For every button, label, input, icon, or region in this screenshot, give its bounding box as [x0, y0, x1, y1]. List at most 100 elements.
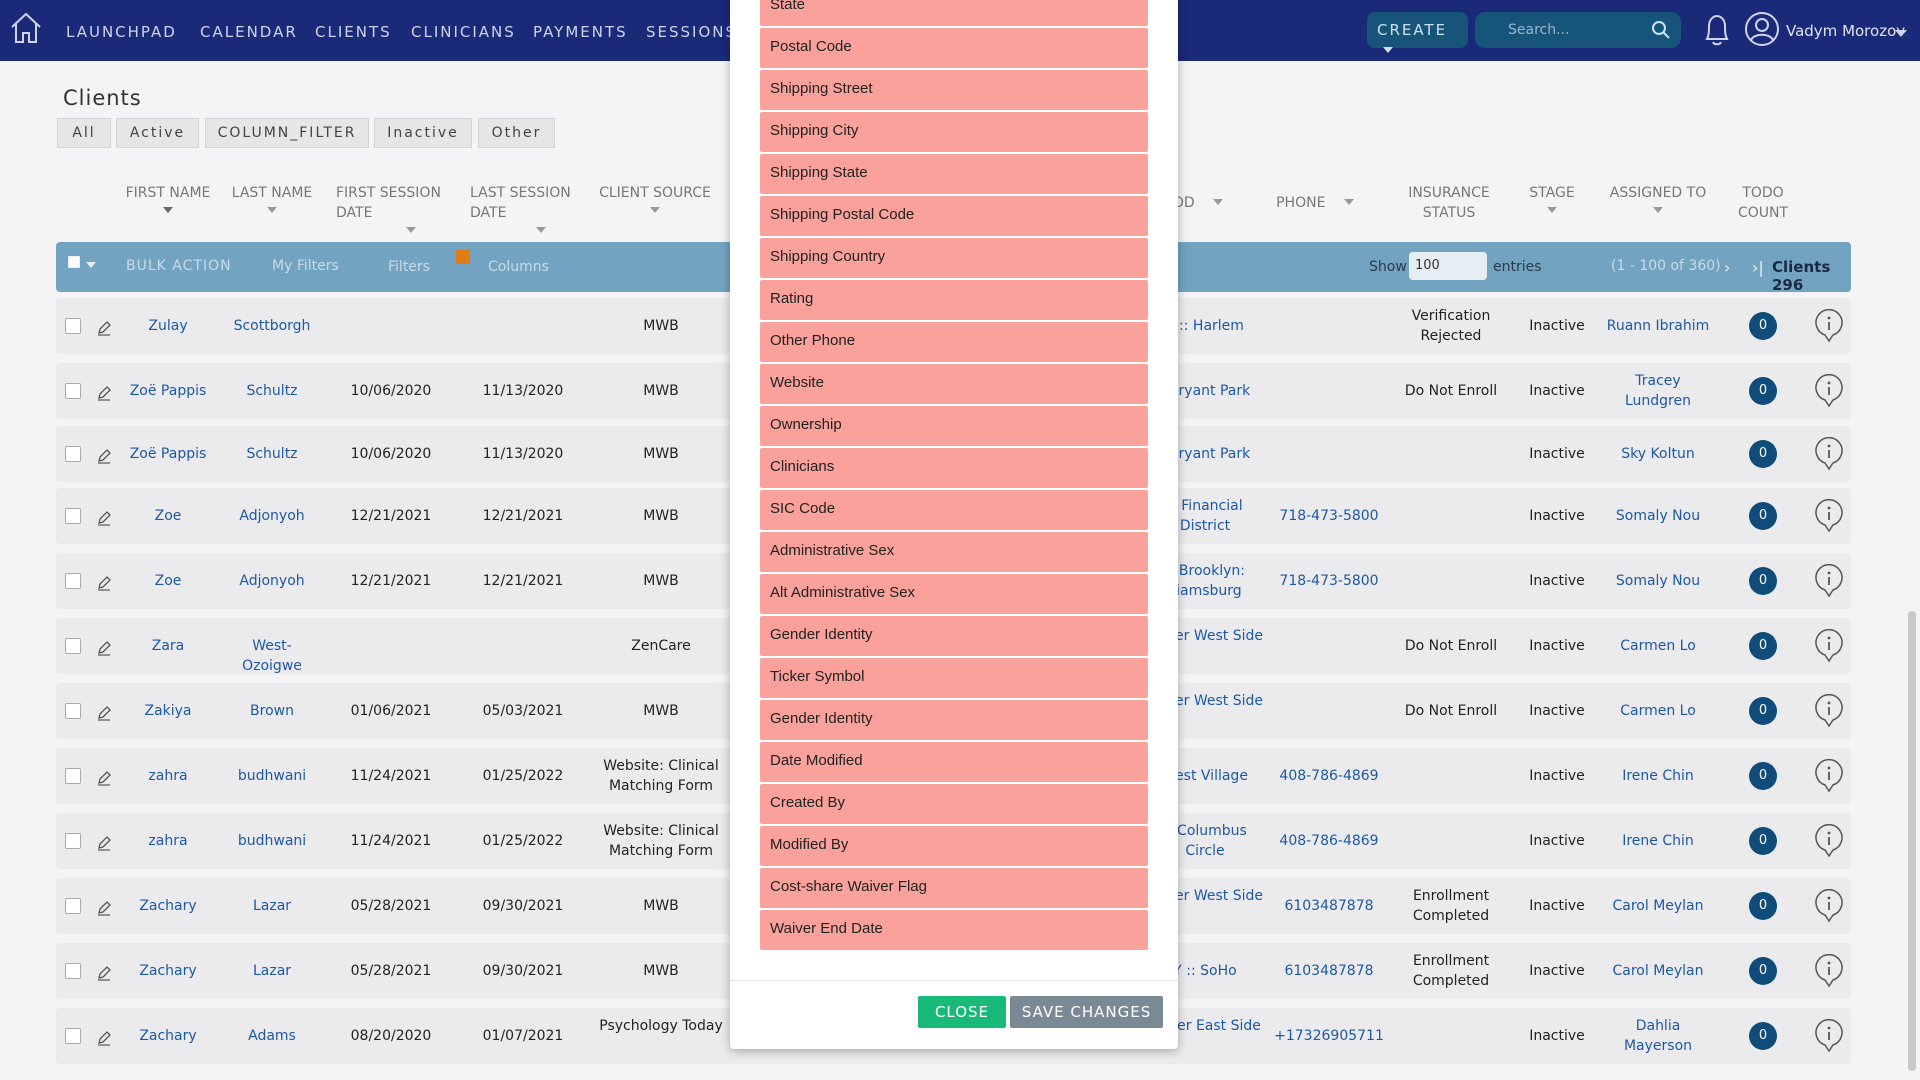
- search-input[interactable]: Search...: [1475, 12, 1681, 48]
- close-button[interactable]: CLOSE: [918, 996, 1006, 1028]
- cell-phone[interactable]: 6103487878: [1274, 896, 1384, 916]
- column-option-item[interactable]: Waiver End Date: [760, 910, 1148, 950]
- cell-assigned-to[interactable]: Somaly Nou: [1603, 506, 1713, 526]
- edit-icon[interactable]: [96, 510, 112, 526]
- info-icon[interactable]: [1814, 759, 1844, 793]
- cell-last-name[interactable]: Lazar: [224, 896, 320, 916]
- cell-first-name[interactable]: Zoe: [120, 506, 216, 526]
- cell-assigned-to[interactable]: Somaly Nou: [1603, 571, 1713, 591]
- bell-icon[interactable]: [1701, 11, 1733, 49]
- info-icon[interactable]: [1814, 824, 1844, 858]
- row-checkbox[interactable]: [65, 768, 81, 784]
- col-header-last-name[interactable]: LAST NAME: [222, 183, 322, 213]
- save-changes-button[interactable]: SAVE CHANGES: [1010, 996, 1163, 1028]
- column-option-item[interactable]: Created By: [760, 784, 1148, 824]
- info-icon[interactable]: [1814, 954, 1844, 988]
- filters-button[interactable]: Filters: [388, 259, 430, 275]
- info-icon[interactable]: [1814, 437, 1844, 471]
- cell-last-name[interactable]: Schultz: [224, 381, 320, 401]
- column-option-item[interactable]: Postal Code: [760, 28, 1148, 68]
- chevron-down-icon[interactable]: [1895, 30, 1907, 37]
- cell-last-name[interactable]: West-Ozoigwe: [224, 636, 320, 676]
- column-option-item[interactable]: Other Phone: [760, 322, 1148, 362]
- row-checkbox[interactable]: [65, 318, 81, 334]
- cell-first-name[interactable]: Zulay: [120, 316, 216, 336]
- row-checkbox[interactable]: [65, 383, 81, 399]
- cell-last-name[interactable]: Lazar: [224, 961, 320, 981]
- row-checkbox[interactable]: [65, 508, 81, 524]
- sort-icon[interactable]: [267, 207, 277, 213]
- column-option-item[interactable]: Website: [760, 364, 1148, 404]
- info-icon[interactable]: [1814, 499, 1844, 533]
- sort-icon[interactable]: [1547, 207, 1557, 213]
- column-option-item[interactable]: Clinicians: [760, 448, 1148, 488]
- info-icon[interactable]: [1814, 694, 1844, 728]
- cell-assigned-to[interactable]: Dahlia Mayerson: [1603, 1016, 1713, 1056]
- column-option-item[interactable]: Alt Administrative Sex: [760, 574, 1148, 614]
- nav-clinicians[interactable]: CLINICIANS: [411, 23, 516, 41]
- edit-icon[interactable]: [96, 770, 112, 786]
- cell-assigned-to[interactable]: Carmen Lo: [1603, 636, 1713, 656]
- row-checkbox[interactable]: [65, 1028, 81, 1044]
- create-button[interactable]: CREATE: [1367, 12, 1468, 53]
- nav-payments[interactable]: PAYMENTS: [533, 23, 628, 41]
- tab-other[interactable]: Other: [478, 118, 555, 148]
- column-option-item[interactable]: Shipping Country: [760, 238, 1148, 278]
- info-icon[interactable]: [1814, 564, 1844, 598]
- cell-first-name[interactable]: Zachary: [120, 896, 216, 916]
- column-option-item[interactable]: Ownership: [760, 406, 1148, 446]
- sort-icon[interactable]: [650, 207, 660, 213]
- col-header-last-session[interactable]: LAST SESSION DATE: [470, 183, 580, 233]
- cell-assigned-to[interactable]: Irene Chin: [1603, 831, 1713, 851]
- info-icon[interactable]: [1814, 309, 1844, 343]
- row-checkbox[interactable]: [65, 963, 81, 979]
- column-option-item[interactable]: Shipping City: [760, 112, 1148, 152]
- search-icon[interactable]: [1651, 20, 1671, 40]
- column-option-item[interactable]: Date Modified: [760, 742, 1148, 782]
- edit-icon[interactable]: [96, 1030, 112, 1046]
- cell-first-name[interactable]: zahra: [120, 831, 216, 851]
- cell-phone[interactable]: 718-473-5800: [1274, 571, 1384, 591]
- column-option-item[interactable]: Administrative Sex: [760, 532, 1148, 572]
- nav-calendar[interactable]: CALENDAR: [200, 23, 298, 41]
- tab-active[interactable]: Active: [116, 118, 199, 148]
- page-scrollbar[interactable]: [1908, 611, 1916, 1071]
- cell-last-name[interactable]: Scottborgh: [224, 316, 320, 336]
- column-option-item[interactable]: Gender Identity: [760, 700, 1148, 740]
- filter-badge-icon[interactable]: [456, 250, 470, 264]
- nav-launchpad[interactable]: LAUNCHPAD: [66, 23, 177, 41]
- edit-icon[interactable]: [96, 965, 112, 981]
- cell-assigned-to[interactable]: Irene Chin: [1603, 766, 1713, 786]
- edit-icon[interactable]: [96, 835, 112, 851]
- cell-phone[interactable]: 408-786-4869: [1274, 831, 1384, 851]
- cell-assigned-to[interactable]: Sky Koltun: [1603, 444, 1713, 464]
- cell-first-name[interactable]: Zoë Pappis: [120, 381, 216, 401]
- my-filters-dropdown[interactable]: My Filters: [272, 258, 339, 274]
- cell-first-name[interactable]: Zoë Pappis: [120, 444, 216, 464]
- row-checkbox[interactable]: [65, 638, 81, 654]
- cell-first-name[interactable]: Zoe: [120, 571, 216, 591]
- col-header-first-session[interactable]: FIRST SESSION DATE: [336, 183, 446, 233]
- chevron-right-icon[interactable]: ›: [1724, 258, 1730, 277]
- nav-sessions[interactable]: SESSIONS: [646, 23, 737, 41]
- sort-icon[interactable]: [163, 207, 173, 213]
- row-checkbox[interactable]: [65, 573, 81, 589]
- column-option-item[interactable]: Shipping State: [760, 154, 1148, 194]
- cell-last-name[interactable]: Schultz: [224, 444, 320, 464]
- chevron-down-icon[interactable]: [86, 262, 96, 268]
- col-header-assigned-to[interactable]: ASSIGNED TO: [1598, 183, 1718, 213]
- nav-clients[interactable]: CLIENTS: [315, 23, 392, 41]
- edit-icon[interactable]: [96, 900, 112, 916]
- edit-icon[interactable]: [96, 385, 112, 401]
- col-header-phone[interactable]: PHONE: [1270, 193, 1360, 213]
- info-icon[interactable]: [1814, 629, 1844, 663]
- col-header-client-source[interactable]: CLIENT SOURCE: [595, 183, 715, 213]
- column-option-item[interactable]: State: [760, 0, 1148, 26]
- cell-last-name[interactable]: budhwani: [224, 831, 320, 851]
- sort-icon[interactable]: [1343, 199, 1354, 205]
- edit-icon[interactable]: [96, 705, 112, 721]
- cell-assigned-to[interactable]: Tracey Lundgren: [1603, 371, 1713, 411]
- home-icon[interactable]: [8, 10, 44, 46]
- cell-assigned-to[interactable]: Carol Meylan: [1603, 896, 1713, 916]
- cell-phone[interactable]: +17326905711: [1274, 1026, 1384, 1046]
